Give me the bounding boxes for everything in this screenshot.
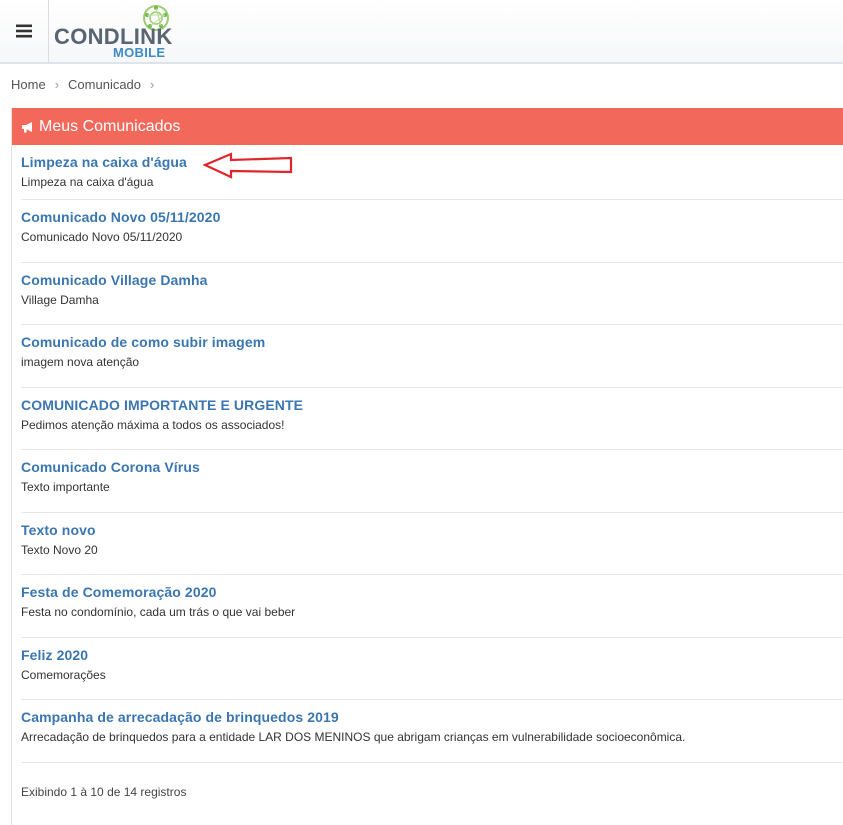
panel-header: Meus Comunicados [12,108,843,145]
item-description: Texto importante [21,480,110,494]
menu-button[interactable] [0,0,49,62]
list-item[interactable]: Comunicado Novo 05/11/2020 Comunicado No… [21,200,843,263]
comunicados-panel: Meus Comunicados Limpeza na caixa d'água… [11,108,843,825]
item-description: Festa no condomínio, cada um trás o que … [21,605,296,619]
hamburger-menu-icon [16,24,32,38]
item-title[interactable]: Campanha de arrecadação de brinquedos 20… [21,708,843,726]
list-item[interactable]: Comunicado Village Damha Village Damha [21,263,843,325]
pagination-info: Exibindo 1 à 10 de 14 registros [21,784,187,799]
item-title[interactable]: Texto novo [21,521,843,539]
item-title[interactable]: Comunicado de como subir imagem [21,333,843,351]
item-description: Village Damha [21,292,99,307]
item-description: Pedimos atenção máxima a todos os associ… [21,417,285,432]
list-item[interactable]: Festa de Comemoração 2020 Festa no condo… [21,575,843,638]
item-title[interactable]: Comunicado Novo 05/11/2020 [21,208,843,226]
item-description: Arrecadação de brinquedos para a entidad… [21,730,686,744]
list-item[interactable]: Comunicado de como subir imagem imagem n… [21,325,843,388]
top-bar: CONDLINK MOBILE [0,0,843,64]
item-title[interactable]: Comunicado Village Damha [21,271,843,289]
breadcrumb-home[interactable]: Home [11,77,46,92]
item-title[interactable]: Comunicado Corona Vírus [21,458,843,476]
item-title[interactable]: COMUNICADO IMPORTANTE E URGENTE [21,396,843,414]
bullhorn-icon [21,121,35,133]
item-title[interactable]: Limpeza na caixa d'água [21,153,843,171]
list-item[interactable]: Comunicado Corona Vírus Texto importante [21,450,843,513]
list-item[interactable]: COMUNICADO IMPORTANTE E URGENTE Pedimos … [21,388,843,450]
list-item[interactable]: Feliz 2020 Comemorações [21,638,843,700]
item-description: Comunicado Novo 05/11/2020 [21,230,183,244]
item-title[interactable]: Festa de Comemoração 2020 [21,583,843,601]
chevron-right-icon: › [54,77,60,92]
item-title[interactable]: Feliz 2020 [21,646,843,664]
list-item[interactable]: Campanha de arrecadação de brinquedos 20… [21,700,843,763]
condlink-logo[interactable]: CONDLINK MOBILE [54,4,174,60]
item-description: Comemorações [21,667,106,682]
list-item[interactable]: Texto novo Texto Novo 20 [21,513,843,575]
item-description: imagem nova atenção [21,355,140,369]
item-description: Limpeza na caixa d'água [21,175,154,189]
red-arrow-annotation [203,152,293,179]
panel-title: Meus Comunicados [39,117,181,135]
comunicados-list: Limpeza na caixa d'água Limpeza na caixa… [12,145,843,763]
list-item[interactable]: Limpeza na caixa d'água Limpeza na caixa… [21,145,843,200]
logo-subtext: MOBILE [113,45,166,60]
item-description: Texto Novo 20 [21,542,98,557]
chevron-right-icon: › [150,77,155,92]
breadcrumb-comunicado[interactable]: Comunicado [68,77,141,92]
breadcrumb: Home › Comunicado › [11,77,163,92]
